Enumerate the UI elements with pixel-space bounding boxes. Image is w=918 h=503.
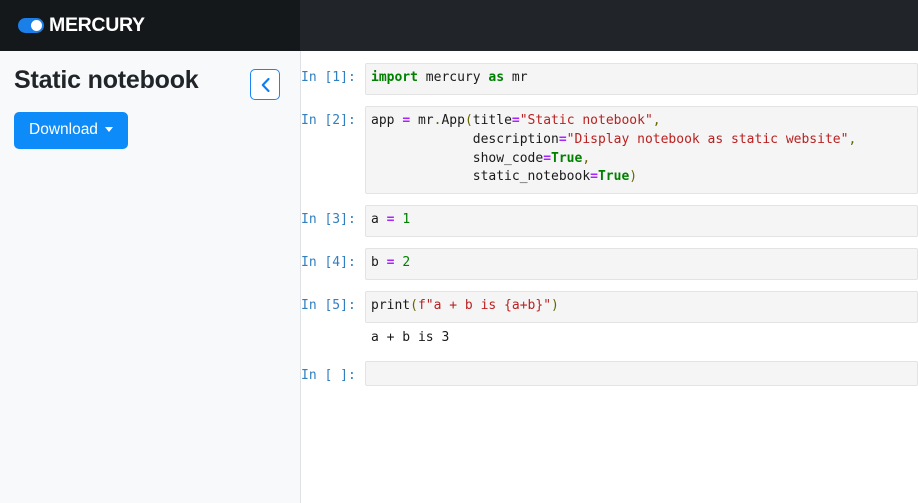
- code-token: as: [488, 70, 505, 85]
- notebook-cell: In [2]: app = mr.App(title="Static notebo…: [301, 105, 918, 195]
- mercury-logo[interactable]: MERCURY: [18, 13, 145, 36]
- code-input-area[interactable]: a = 1: [365, 205, 918, 238]
- cell-prompt: In [4]:: [301, 255, 356, 271]
- code-input-area[interactable]: [365, 360, 918, 386]
- code-token: mercury: [417, 70, 489, 85]
- code-input-area[interactable]: app = mr.App(title="Static notebook", de…: [365, 105, 918, 195]
- sidebar-collapse-button[interactable]: [250, 69, 280, 100]
- download-button-label: Download: [29, 121, 98, 138]
- cell-body: print(f"a + b is {a+b}") a + b is 3: [365, 290, 918, 350]
- sidebar: Static notebook Download: [0, 51, 301, 503]
- code-token: =: [590, 169, 598, 185]
- code-token: ,: [652, 112, 661, 128]
- caret-down-icon: [104, 127, 113, 133]
- cell-output: a + b is 3: [371, 329, 450, 345]
- code-token: True: [597, 169, 630, 185]
- code-token: =: [543, 150, 552, 166]
- code-token: True: [551, 150, 583, 166]
- code-token: import: [371, 70, 418, 85]
- notebook-cell: In [1]: import mercury as mr: [301, 63, 918, 95]
- code-token: show_code: [472, 150, 544, 166]
- page-title: Static notebook: [14, 66, 199, 94]
- cell-body: import mercury as mr: [365, 63, 918, 95]
- code-token: f"a + b is {a+b}": [417, 297, 552, 313]
- cell-prompt: In [3]:: [301, 212, 356, 228]
- code-token: ): [629, 169, 638, 185]
- notebook-cell: In [5]: print(f"a + b is {a+b}") a + b is …: [301, 290, 918, 350]
- code-token: print: [371, 297, 411, 313]
- notebook-cell-list: In [1]: import mercury as mr In [2]: app = …: [301, 63, 918, 386]
- top-navbar: MERCURY: [0, 0, 918, 51]
- code-token: (: [410, 297, 418, 313]
- code-token: 2: [402, 255, 411, 271]
- code-token: 1: [402, 212, 411, 228]
- code-token: "Static notebook": [519, 112, 653, 128]
- code-token: mr: [504, 70, 528, 85]
- code-token: (: [464, 112, 473, 128]
- code-input-area[interactable]: import mercury as mr: [365, 63, 918, 95]
- code-token: ): [551, 297, 559, 313]
- code-token: mr: [410, 112, 434, 128]
- download-button[interactable]: Download: [14, 112, 128, 149]
- cell-body: b = 2: [365, 248, 918, 280]
- code-token: static_notebook: [472, 169, 591, 185]
- code-token: "Display notebook as static website": [566, 131, 849, 147]
- cell-prompt: In [1]:: [301, 70, 356, 85]
- notebook-cell: In [4]: b = 2: [301, 248, 918, 280]
- code-token: description: [472, 131, 559, 147]
- cell-prompt: In [2]:: [301, 112, 356, 128]
- notebook-panel: In [1]: import mercury as mr In [2]: app = …: [301, 51, 918, 503]
- code-token: =: [558, 131, 567, 147]
- code-token: b: [371, 255, 387, 271]
- code-token: App: [441, 112, 465, 128]
- cell-prompt: In [5]:: [301, 297, 356, 313]
- code-token: =: [511, 112, 520, 128]
- cell-body: [365, 360, 918, 386]
- code-token: ,: [582, 150, 591, 166]
- code-token: ,: [848, 131, 857, 147]
- code-token: app: [371, 112, 403, 128]
- chevron-left-icon: [261, 77, 270, 92]
- code-input-area[interactable]: b = 2: [365, 248, 918, 280]
- cell-body: app = mr.App(title="Static notebook", de…: [365, 105, 918, 195]
- toggle-switch-icon: [18, 18, 44, 33]
- sidebar-header: Static notebook: [14, 65, 280, 100]
- code-token: a: [371, 212, 387, 228]
- code-token: =: [402, 112, 411, 128]
- notebook-cell: In [ ]:: [301, 360, 918, 386]
- logo-text: MERCURY: [49, 13, 145, 36]
- cell-body: a = 1: [365, 205, 918, 238]
- code-input-area[interactable]: print(f"a + b is {a+b}"): [365, 290, 918, 323]
- mercury-app-window: MERCURY Static notebook Download In [1]:…: [0, 0, 918, 503]
- navbar-brand-area: MERCURY: [0, 0, 300, 51]
- notebook-cell: In [3]: a = 1: [301, 205, 918, 238]
- code-token: title: [472, 112, 512, 128]
- cell-prompt: In [ ]:: [301, 367, 356, 383]
